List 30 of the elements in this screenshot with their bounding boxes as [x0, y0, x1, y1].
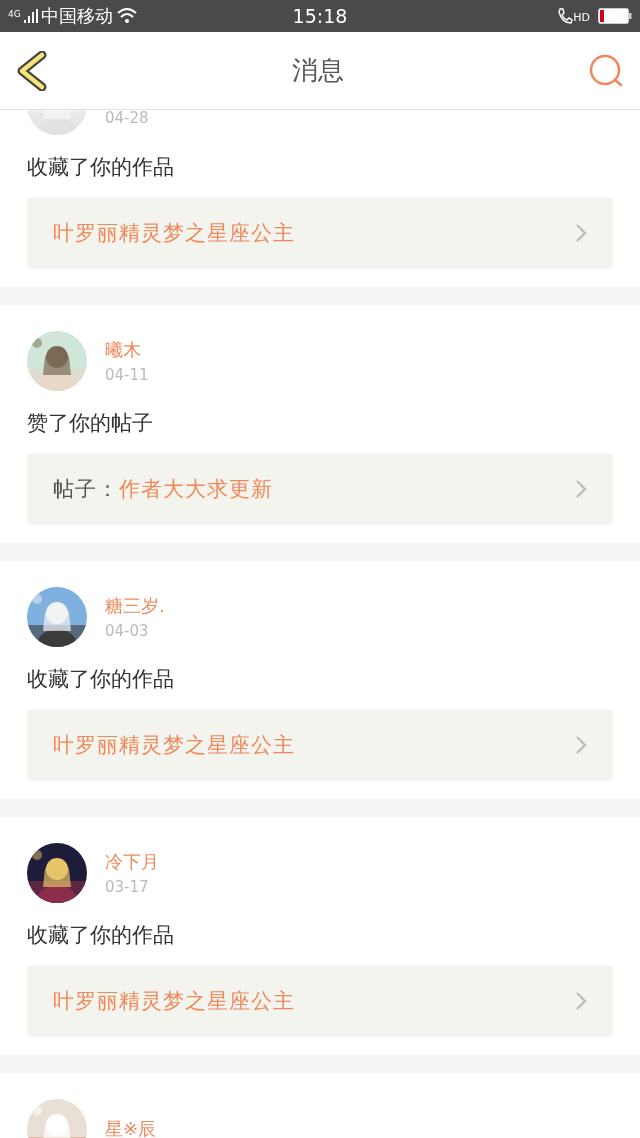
clock-time: 15:18: [291, 5, 349, 27]
chevron-icon: [575, 479, 587, 499]
user-name[interactable]: 冷下月: [105, 850, 159, 874]
notification-text: 赞了你的帖子: [27, 410, 154, 437]
notification-date: 04-11: [105, 366, 149, 384]
user-name[interactable]: 糖三岁.: [105, 594, 165, 618]
hd-label: HD: [573, 11, 590, 24]
battery-icon: [598, 8, 632, 24]
content-link[interactable]: 叶罗丽精灵梦之星座公主: [27, 965, 613, 1037]
notification-date: 04-28: [105, 110, 149, 127]
user-name[interactable]: 星※辰: [105, 1117, 157, 1138]
user-name[interactable]: 曦木: [105, 338, 149, 362]
carrier-name: 中国移动: [40, 4, 113, 28]
chevron-icon: [575, 991, 587, 1011]
notification-text: 收藏了你的作品: [27, 154, 175, 181]
content-link[interactable]: 叶罗丽精灵梦之星座公主: [27, 197, 613, 269]
signal-icon: [23, 9, 38, 23]
content-link[interactable]: 叶罗丽精灵梦之星座公主: [27, 709, 613, 781]
notification-date: 03-17: [105, 878, 150, 896]
phone-icon: [557, 7, 574, 25]
network-type: 4G: [8, 9, 21, 19]
content-link[interactable]: 帖子：作者大大求更新: [27, 453, 613, 525]
back-icon[interactable]: [16, 50, 48, 91]
wifi-icon: [115, 7, 138, 25]
notification-date: 04-03: [105, 622, 150, 640]
notification-text: 收藏了你的作品: [27, 922, 175, 949]
chevron-icon: [575, 735, 587, 755]
notification-text: 收藏了你的作品: [27, 666, 175, 693]
page-title: 消息: [292, 54, 344, 87]
chevron-icon: [575, 223, 587, 243]
